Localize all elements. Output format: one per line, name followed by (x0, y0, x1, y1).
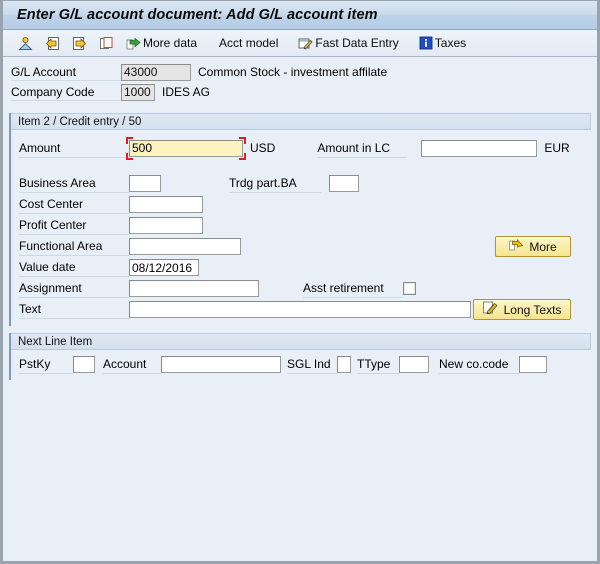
partner-icon (18, 36, 33, 51)
account-label: Account (103, 355, 161, 374)
focus-corner-top-right (239, 136, 246, 144)
profit-center-label: Profit Center (19, 216, 129, 235)
long-texts-button[interactable]: Long Texts (473, 299, 571, 320)
taxes-icon (419, 36, 433, 50)
text-input[interactable] (129, 301, 471, 318)
more-data-icon (126, 36, 141, 51)
asst-retirement-checkbox[interactable] (403, 282, 416, 295)
functional-area-label: Functional Area (19, 237, 129, 256)
assignment-input[interactable] (129, 280, 259, 297)
assignment-label: Assignment (19, 279, 129, 298)
asst-retirement-label: Asst retirement (303, 279, 403, 298)
company-code-input[interactable] (121, 83, 155, 101)
functional-area-row: Functional Area More (11, 236, 591, 257)
next-line-item-group: Next Line Item PstKy Account SGL Ind TTy… (9, 333, 591, 380)
more-button[interactable]: More (495, 236, 571, 257)
profit-center-input[interactable] (129, 217, 203, 234)
text-row: Text Long Texts (11, 299, 591, 320)
empty-area (3, 380, 597, 561)
more-arrow-icon (509, 238, 524, 255)
amount-focus-wrapper (126, 136, 246, 160)
amount-row: Amount USD Amount in LC EUR (11, 135, 591, 161)
toolbar-acct-model-button[interactable]: Acct model (214, 33, 281, 54)
value-date-input[interactable] (129, 259, 199, 276)
item-group: Item 2 / Credit entry / 50 Amount USD Am… (9, 113, 591, 326)
business-area-row: Business Area Trdg part.BA (11, 173, 591, 194)
page-title: Enter G/L account document: Add G/L acco… (17, 7, 378, 23)
more-button-label: More (529, 239, 557, 254)
sgl-ind-label: SGL Ind (287, 355, 337, 374)
toolbar-taxes-label: Taxes (434, 36, 467, 50)
amount-lc-label: Amount in LC (317, 139, 408, 158)
company-code-label: Company Code (11, 83, 121, 101)
focus-corner-bottom-left (126, 152, 133, 160)
sap-window: Enter G/L account document: Add G/L acco… (0, 0, 600, 564)
amount-lc-input[interactable] (421, 139, 538, 157)
pstky-label: PstKy (19, 355, 73, 374)
long-texts-pencil-icon (482, 301, 498, 318)
assignment-row: Assignment Asst retirement (11, 278, 591, 299)
new-co-code-label: New co.code (439, 355, 519, 374)
application-toolbar: More data Acct model Fast Data Entry Tax… (3, 30, 597, 57)
trdg-part-ba-input[interactable] (329, 175, 359, 192)
business-area-label: Business Area (19, 174, 129, 193)
gl-account-description: Common Stock - investment affilate (198, 65, 388, 79)
value-date-row: Value date (11, 257, 591, 278)
toolbar-taxes-button[interactable]: Taxes (416, 33, 469, 54)
toolbar-next-item-button[interactable] (69, 33, 90, 54)
window-title-bar: Enter G/L account document: Add G/L acco… (3, 1, 597, 30)
toolbar-fast-data-entry-button[interactable]: Fast Data Entry (295, 33, 401, 54)
amount-currency-label: USD (250, 141, 276, 155)
gl-account-label: G/L Account (11, 63, 121, 81)
value-date-label: Value date (19, 258, 129, 277)
toolbar-more-data-button[interactable]: More data (123, 33, 200, 54)
toolbar-previous-item-button[interactable] (42, 33, 63, 54)
previous-item-icon (45, 36, 60, 51)
toolbar-partner-button[interactable] (15, 33, 36, 54)
item-group-title: Item 2 / Credit entry / 50 (11, 113, 591, 130)
next-line-item-title: Next Line Item (11, 333, 591, 350)
next-line-item-row: PstKy Account SGL Ind TType New co.code (11, 354, 591, 375)
company-code-description: IDES AG (162, 85, 211, 99)
amount-lc-currency-label: EUR (544, 141, 570, 155)
toolbar-fast-data-entry-label: Fast Data Entry (315, 36, 399, 50)
focus-corner-bottom-right (239, 152, 246, 160)
copy-icon (99, 36, 114, 51)
sgl-ind-input[interactable] (337, 356, 351, 373)
item-group-body: Amount USD Amount in LC EUR Business Are… (11, 130, 591, 326)
cost-center-row: Cost Center (11, 194, 591, 215)
gl-account-row: G/L Account Common Stock - investment af… (3, 62, 597, 82)
cost-center-input[interactable] (129, 196, 203, 213)
toolbar-acct-model-label: Acct model (219, 36, 279, 50)
toolbar-copy-button[interactable] (96, 33, 117, 54)
gl-account-input[interactable] (121, 63, 191, 81)
text-label: Text (19, 300, 129, 319)
company-code-row: Company Code IDES AG (3, 82, 597, 102)
document-header-fields: G/L Account Common Stock - investment af… (3, 57, 597, 106)
focus-corner-top-left (126, 136, 133, 144)
profit-center-row: Profit Center (11, 215, 591, 236)
amount-input[interactable] (129, 139, 243, 157)
amount-label: Amount (19, 139, 129, 158)
ttype-label: TType (357, 355, 399, 374)
long-texts-button-label: Long Texts (503, 302, 562, 317)
ttype-input[interactable] (399, 356, 429, 373)
account-input[interactable] (161, 356, 281, 373)
next-item-icon (72, 36, 87, 51)
trdg-part-ba-label: Trdg part.BA (229, 174, 321, 193)
cost-center-label: Cost Center (19, 195, 129, 214)
fast-data-entry-icon (298, 36, 313, 51)
new-co-code-input[interactable] (519, 356, 547, 373)
business-area-input[interactable] (129, 175, 161, 192)
row-spacer (11, 161, 591, 173)
toolbar-more-data-label: More data (143, 36, 198, 50)
next-line-item-body: PstKy Account SGL Ind TType New co.code (11, 350, 591, 380)
functional-area-input[interactable] (129, 238, 241, 255)
pstky-input[interactable] (73, 356, 95, 373)
